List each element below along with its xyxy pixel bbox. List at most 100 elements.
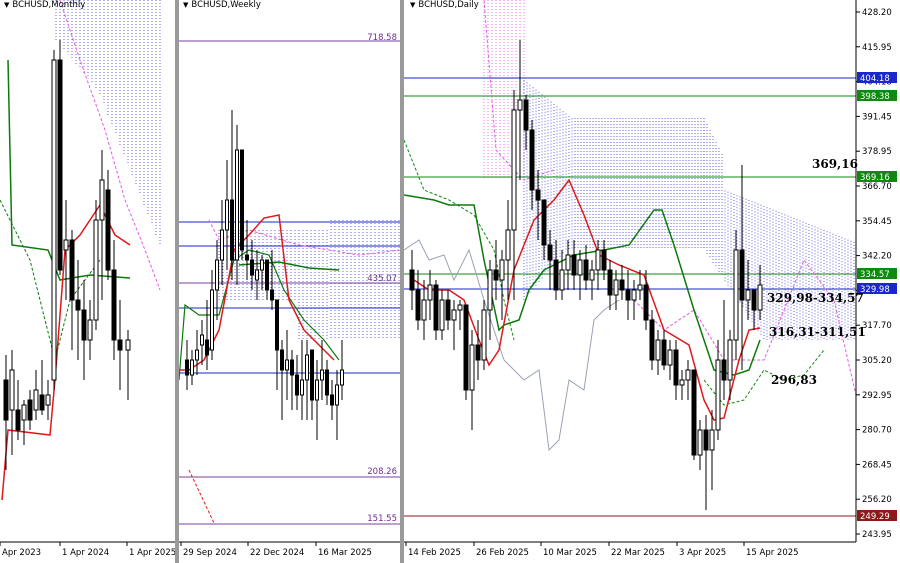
candle-body <box>325 369 329 396</box>
candle-body <box>643 284 649 321</box>
candle-body <box>87 319 93 341</box>
candle-body <box>15 409 21 431</box>
y-tick-label: 378.95 <box>862 147 892 157</box>
symbol-label: BCHUSD,Weekly <box>191 0 261 10</box>
candle-body <box>619 279 625 291</box>
candle-body <box>310 349 314 401</box>
candle-body <box>577 259 583 276</box>
candle-body <box>205 339 209 356</box>
x-tick-label: 16 Mar 2025 <box>318 548 372 558</box>
x-tick-label: Apr 2023 <box>2 548 41 558</box>
candle-body <box>230 199 234 261</box>
x-tick-label: 1 Apr 2024 <box>62 548 109 558</box>
candle-body <box>335 384 339 406</box>
candle-body <box>285 359 289 371</box>
candle-body <box>715 359 721 431</box>
y-tick-label: 391.45 <box>862 112 892 122</box>
candle-body <box>493 269 499 281</box>
candle-body <box>315 379 319 401</box>
cloud-edge-line <box>483 0 555 181</box>
candle-body <box>21 404 27 421</box>
candle-body <box>427 284 433 301</box>
symbol-label: BCHUSD,Daily <box>418 0 479 10</box>
candle-body <box>190 359 194 376</box>
y-tick-label: 354.45 <box>862 217 892 227</box>
candle-body <box>703 429 709 451</box>
x-tick-label: 1 Apr 2025 <box>129 548 175 558</box>
candle-body <box>63 239 69 251</box>
candle-body <box>475 344 481 361</box>
candle-body <box>280 349 284 371</box>
candle-body <box>649 319 655 361</box>
x-tick-label: 22 Mar 2025 <box>611 548 665 558</box>
candle-body <box>679 379 685 386</box>
candle-body <box>421 299 427 321</box>
candle-body <box>607 269 613 296</box>
level-annotation: 316,31-311,51 <box>769 325 866 339</box>
candle-body <box>583 259 589 281</box>
candle-body <box>553 259 559 291</box>
candle-body <box>499 259 505 281</box>
candle-body <box>57 59 63 271</box>
level-annotation: 329,98-334,57 <box>767 291 864 305</box>
candle-body <box>433 284 439 331</box>
candle-body <box>270 289 274 301</box>
candle-body <box>463 304 469 391</box>
candle-body <box>3 379 9 421</box>
candle-body <box>541 199 547 246</box>
level-annotation: 369,16 <box>812 157 858 171</box>
y-tick-label: 428.20 <box>862 8 892 18</box>
candle-body <box>655 339 661 361</box>
x-tick-label: 10 Mar 2025 <box>543 548 597 558</box>
x-tick-label: 26 Feb 2025 <box>476 548 529 558</box>
candle-body <box>637 284 643 291</box>
candle-body <box>210 289 214 351</box>
candle-body <box>451 309 457 321</box>
price-box-label: 249.29 <box>860 512 890 522</box>
weekly-chart[interactable]: 29 Sep 2024 22 Dec 2024 16 Mar 2025 718.58… <box>179 0 400 563</box>
level-price-label: 435.07 <box>367 274 397 284</box>
level-price-label: 151.55 <box>367 514 397 524</box>
candle-body <box>727 339 733 381</box>
daily-title: ▼ BCHUSD,Daily <box>410 0 479 10</box>
candle-body <box>745 289 751 301</box>
candle-body <box>33 389 39 411</box>
y-tick-label: 366.70 <box>862 182 892 192</box>
price-box-label: 334.57 <box>860 270 890 280</box>
price-box-label: 404.18 <box>860 74 890 84</box>
price-box-label: 398.38 <box>860 92 890 102</box>
candle-body <box>225 199 229 231</box>
candle-body <box>685 369 691 381</box>
daily-chart[interactable]: 14 Feb 2025 26 Feb 2025 10 Mar 2025 22 Mar … <box>404 0 900 563</box>
symbol-label: BCHUSD,Monthly <box>12 0 86 10</box>
monthly-chart[interactable]: Apr 2023 1 Apr 2024 1 Apr 2025 ▼ BCHUSD,Mon… <box>0 0 175 563</box>
candle-body <box>565 254 571 271</box>
y-tick-label: 280.70 <box>862 426 892 436</box>
level-price-label: 718.58 <box>367 33 397 43</box>
x-tick-label: 29 Sep 2024 <box>183 548 237 558</box>
y-tick-label: 342.20 <box>862 252 892 262</box>
candle-body <box>661 339 667 366</box>
x-tick-label: 3 Apr 2025 <box>679 548 726 558</box>
level-price-label: 208.26 <box>367 467 397 477</box>
candle-body <box>195 349 199 361</box>
candle-body <box>295 374 299 396</box>
candle-body <box>51 59 57 381</box>
y-tick-label: 256.20 <box>862 495 892 505</box>
candle-body <box>305 354 309 381</box>
candle-body <box>340 369 344 386</box>
candle-body <box>547 244 553 261</box>
candle-body <box>667 349 673 366</box>
candle-body <box>445 299 451 321</box>
candle-body <box>125 339 131 351</box>
candle-body <box>185 359 189 376</box>
y-tick-label: 317.70 <box>862 321 892 331</box>
candle-body <box>733 249 739 341</box>
candle-body <box>300 379 304 396</box>
y-tick-label: 268.45 <box>862 460 892 470</box>
candle-body <box>265 259 269 291</box>
candle-body <box>613 279 619 296</box>
candle-body <box>631 289 637 301</box>
daily-chart-svg: 14 Feb 2025 26 Feb 2025 10 Mar 2025 22 Mar … <box>404 0 897 558</box>
candle-body <box>709 429 715 451</box>
